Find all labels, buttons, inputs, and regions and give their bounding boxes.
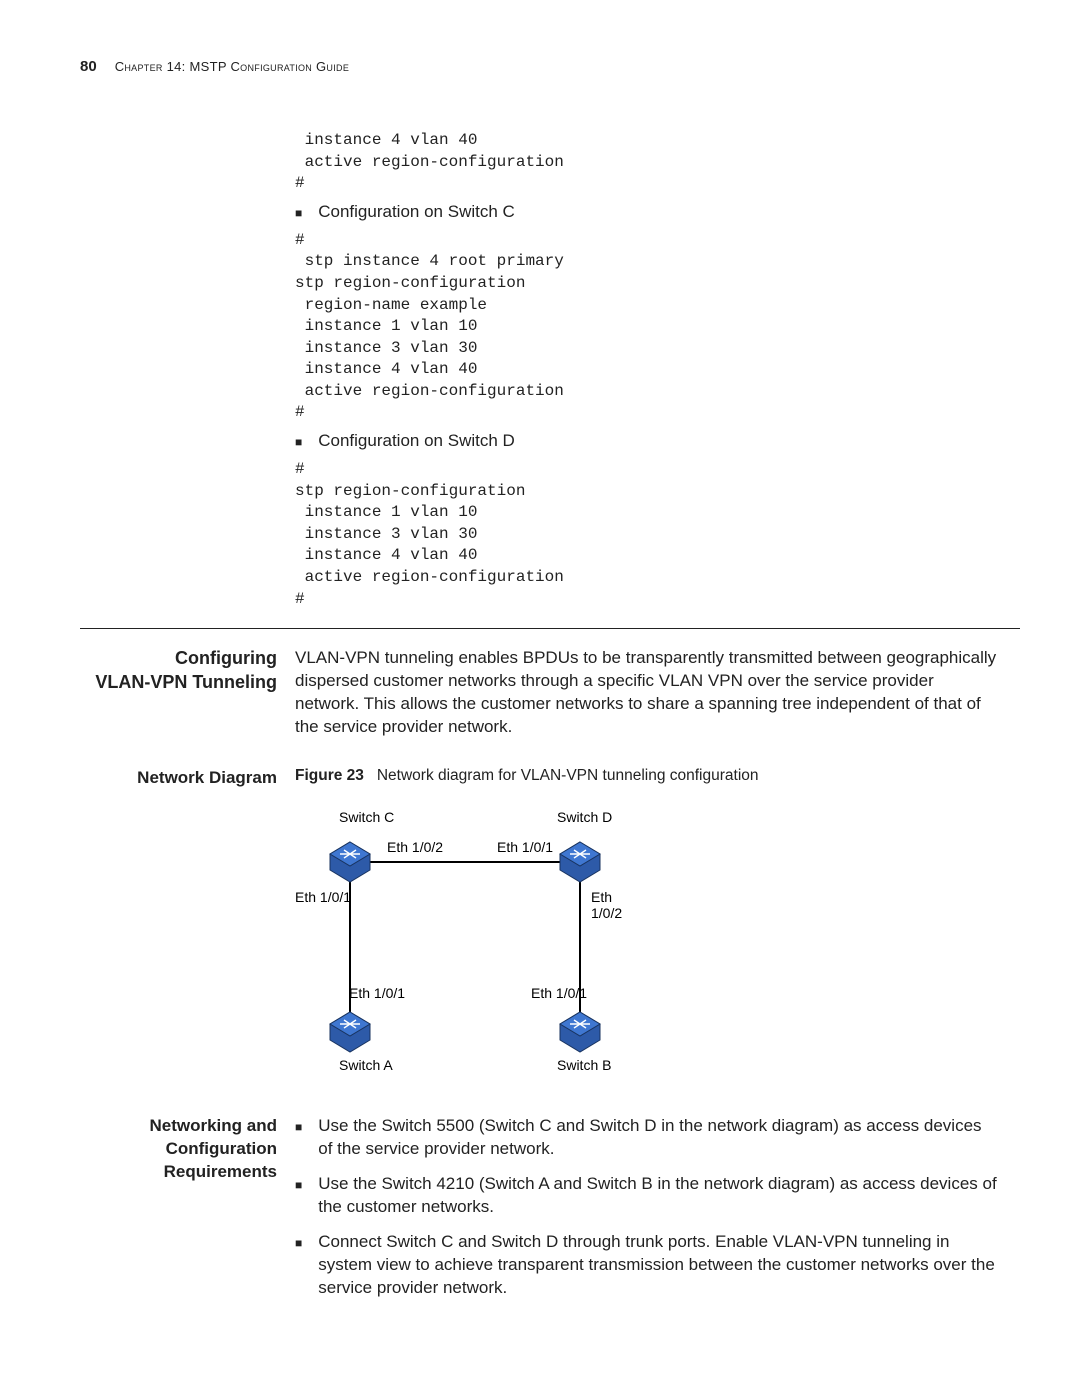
label-switch-a: Switch A [339, 1057, 393, 1073]
bullet-config-switch-d: ■ Configuration on Switch D [295, 430, 1000, 453]
code-block-switch-c: # stp instance 4 root primary stp region… [295, 230, 1000, 424]
section-heading: Configuring VLAN-VPN Tunneling [80, 647, 277, 694]
page-number: 80 [80, 58, 97, 75]
requirements-list: ■ Use the Switch 5500 (Switch C and Swit… [295, 1115, 1000, 1300]
figure-caption-text: Network diagram for VLAN-VPN tunneling c… [377, 767, 759, 784]
label-eth-d-top: Eth 1/0/1 [497, 839, 553, 855]
network-diagram-row: Network Diagram Figure 23 Network diagra… [80, 767, 1020, 1087]
label-eth-b-top: Eth 1/0/1 [531, 985, 587, 1001]
page: 80 Chapter 14: MSTP Configuration Guide … [0, 0, 1080, 1397]
list-item: ■ Connect Switch C and Switch D through … [295, 1231, 1000, 1300]
bullet-square-icon: ■ [295, 1235, 302, 1304]
section-heading-line1: Configuring [80, 647, 277, 670]
bullet-text: Configuration on Switch D [318, 430, 515, 453]
section-heading-line2: VLAN-VPN Tunneling [80, 671, 277, 694]
requirements-heading: Networking and Configuration Requirement… [80, 1115, 277, 1184]
network-diagram-heading: Network Diagram [80, 767, 277, 790]
label-switch-d: Switch D [557, 809, 612, 825]
code-block-continuation: instance 4 vlan 40 active region-configu… [295, 130, 1000, 195]
figure-label: Figure 23 [295, 767, 364, 784]
top-config-block: instance 4 vlan 40 active region-configu… [80, 130, 1020, 610]
bullet-square-icon: ■ [295, 1177, 302, 1223]
requirement-text: Connect Switch C and Switch D through tr… [318, 1231, 1000, 1300]
section-divider [80, 628, 1020, 629]
requirements-heading-line3: Requirements [80, 1161, 277, 1184]
bullet-square-icon: ■ [295, 434, 302, 457]
chapter-title: MSTP Configuration Guide [190, 59, 350, 74]
chapter-label: Chapter 14: [115, 59, 186, 74]
code-block-switch-d: # stp region-configuration instance 1 vl… [295, 459, 1000, 610]
section-vlan-vpn: Configuring VLAN-VPN Tunneling VLAN-VPN … [80, 647, 1020, 739]
chapter-header: Chapter 14: MSTP Configuration Guide [115, 59, 349, 74]
list-item: ■ Use the Switch 5500 (Switch C and Swit… [295, 1115, 1000, 1161]
requirement-text: Use the Switch 5500 (Switch C and Switch… [318, 1115, 1000, 1161]
label-eth-a-top: Eth 1/0/1 [349, 985, 405, 1001]
switch-a-icon [330, 1012, 370, 1052]
figure-caption: Figure 23 Network diagram for VLAN-VPN t… [295, 767, 1000, 785]
switch-b-icon [560, 1012, 600, 1052]
bullet-square-icon: ■ [295, 205, 302, 228]
label-eth-c-side: Eth 1/0/1 [295, 889, 351, 905]
page-header: 80 Chapter 14: MSTP Configuration Guide [80, 58, 1020, 75]
bullet-text: Configuration on Switch C [318, 201, 515, 224]
section-intro: VLAN-VPN tunneling enables BPDUs to be t… [295, 647, 1000, 739]
label-eth-d-side: Eth 1/0/2 [591, 889, 635, 921]
switch-c-icon [330, 842, 370, 882]
requirement-text: Use the Switch 4210 (Switch A and Switch… [318, 1173, 1000, 1219]
bullet-square-icon: ■ [295, 1119, 302, 1165]
requirements-heading-line1: Networking and [80, 1115, 277, 1138]
label-switch-c: Switch C [339, 809, 394, 825]
bullet-config-switch-c: ■ Configuration on Switch C [295, 201, 1000, 224]
label-switch-b: Switch B [557, 1057, 611, 1073]
requirements-heading-line2: Configuration [80, 1138, 277, 1161]
requirements-row: Networking and Configuration Requirement… [80, 1115, 1020, 1312]
label-eth-c-top: Eth 1/0/2 [387, 839, 443, 855]
switch-d-icon [560, 842, 600, 882]
list-item: ■ Use the Switch 4210 (Switch A and Swit… [295, 1173, 1000, 1219]
network-diagram: Switch C Switch D Eth 1/0/2 Eth 1/0/1 Et… [295, 807, 635, 1087]
network-diagram-svg [295, 807, 635, 1087]
